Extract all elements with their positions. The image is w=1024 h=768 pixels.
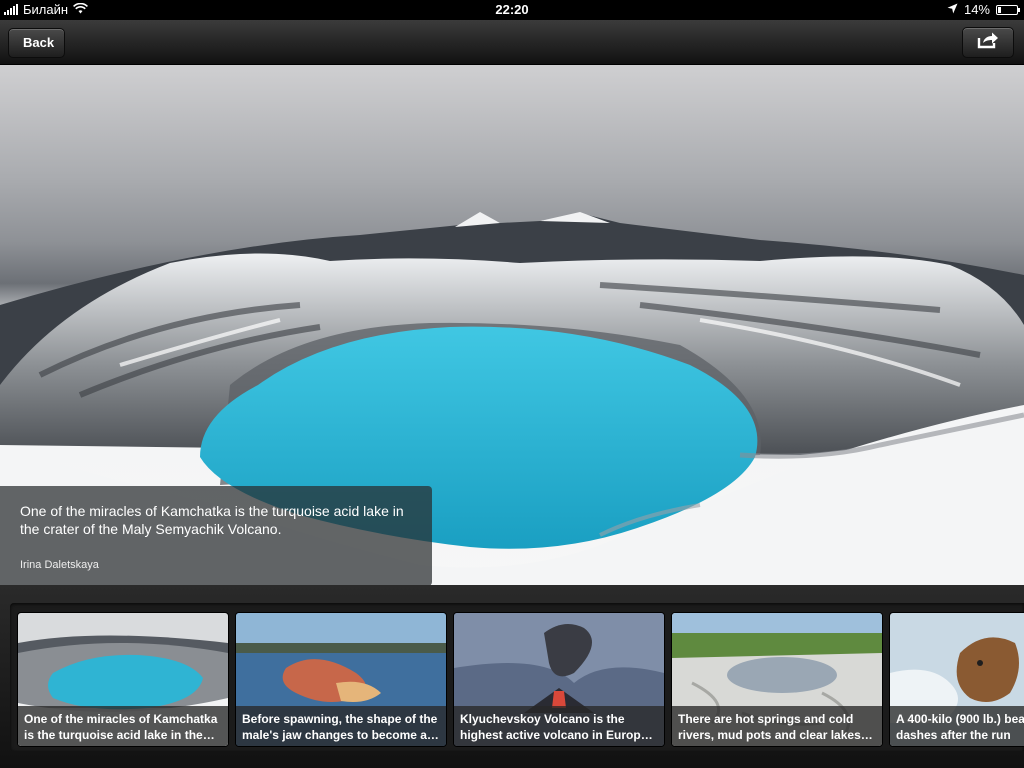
- thumbnail-item[interactable]: There are hot springs and cold rivers, m…: [672, 613, 882, 746]
- thumbnail-item[interactable]: One of the miracles of Kamchatka is the …: [18, 613, 228, 746]
- photo-caption: One of the miracles of Kamchatka is the …: [20, 503, 404, 537]
- location-arrow-icon: [947, 2, 958, 17]
- status-time: 22:20: [495, 2, 529, 17]
- thumbnail-tray[interactable]: One of the miracles of Kamchatka is the …: [10, 603, 1024, 751]
- thumbnail-caption: One of the miracles of Kamchatka is the …: [18, 706, 228, 746]
- photo-author: Irina Daletskaya: [20, 559, 99, 571]
- status-bar: Билайн 22:20 14%: [0, 0, 1024, 20]
- thumbnail-caption: A 400-kilo (900 lb.) bear dashes after t…: [890, 706, 1024, 746]
- thumbnail-item[interactable]: A 400-kilo (900 lb.) bear dashes after t…: [890, 613, 1024, 746]
- thumbnail-item[interactable]: Before spawning, the shape of the male's…: [236, 613, 446, 746]
- battery-percent: 14%: [963, 2, 990, 17]
- photo-viewer[interactable]: One of the miracles of Kamchatka is the …: [0, 65, 1024, 585]
- share-button[interactable]: [962, 27, 1014, 58]
- navigation-bar: Back: [0, 20, 1024, 65]
- back-button[interactable]: Back: [8, 28, 66, 58]
- thumbnail-strip: One of the miracles of Kamchatka is the …: [0, 585, 1024, 768]
- thumbnail-caption: Klyuchevskoy Volcano is the highest acti…: [454, 706, 664, 746]
- thumbnail-item[interactable]: Klyuchevskoy Volcano is the highest acti…: [454, 613, 664, 746]
- photo-caption-box: One of the miracles of Kamchatka is the …: [0, 486, 432, 585]
- battery-icon: [996, 4, 1020, 15]
- thumbnail-caption: Before spawning, the shape of the male's…: [236, 706, 446, 746]
- share-icon: [977, 31, 999, 54]
- thumbnail-caption: There are hot springs and cold rivers, m…: [672, 706, 882, 746]
